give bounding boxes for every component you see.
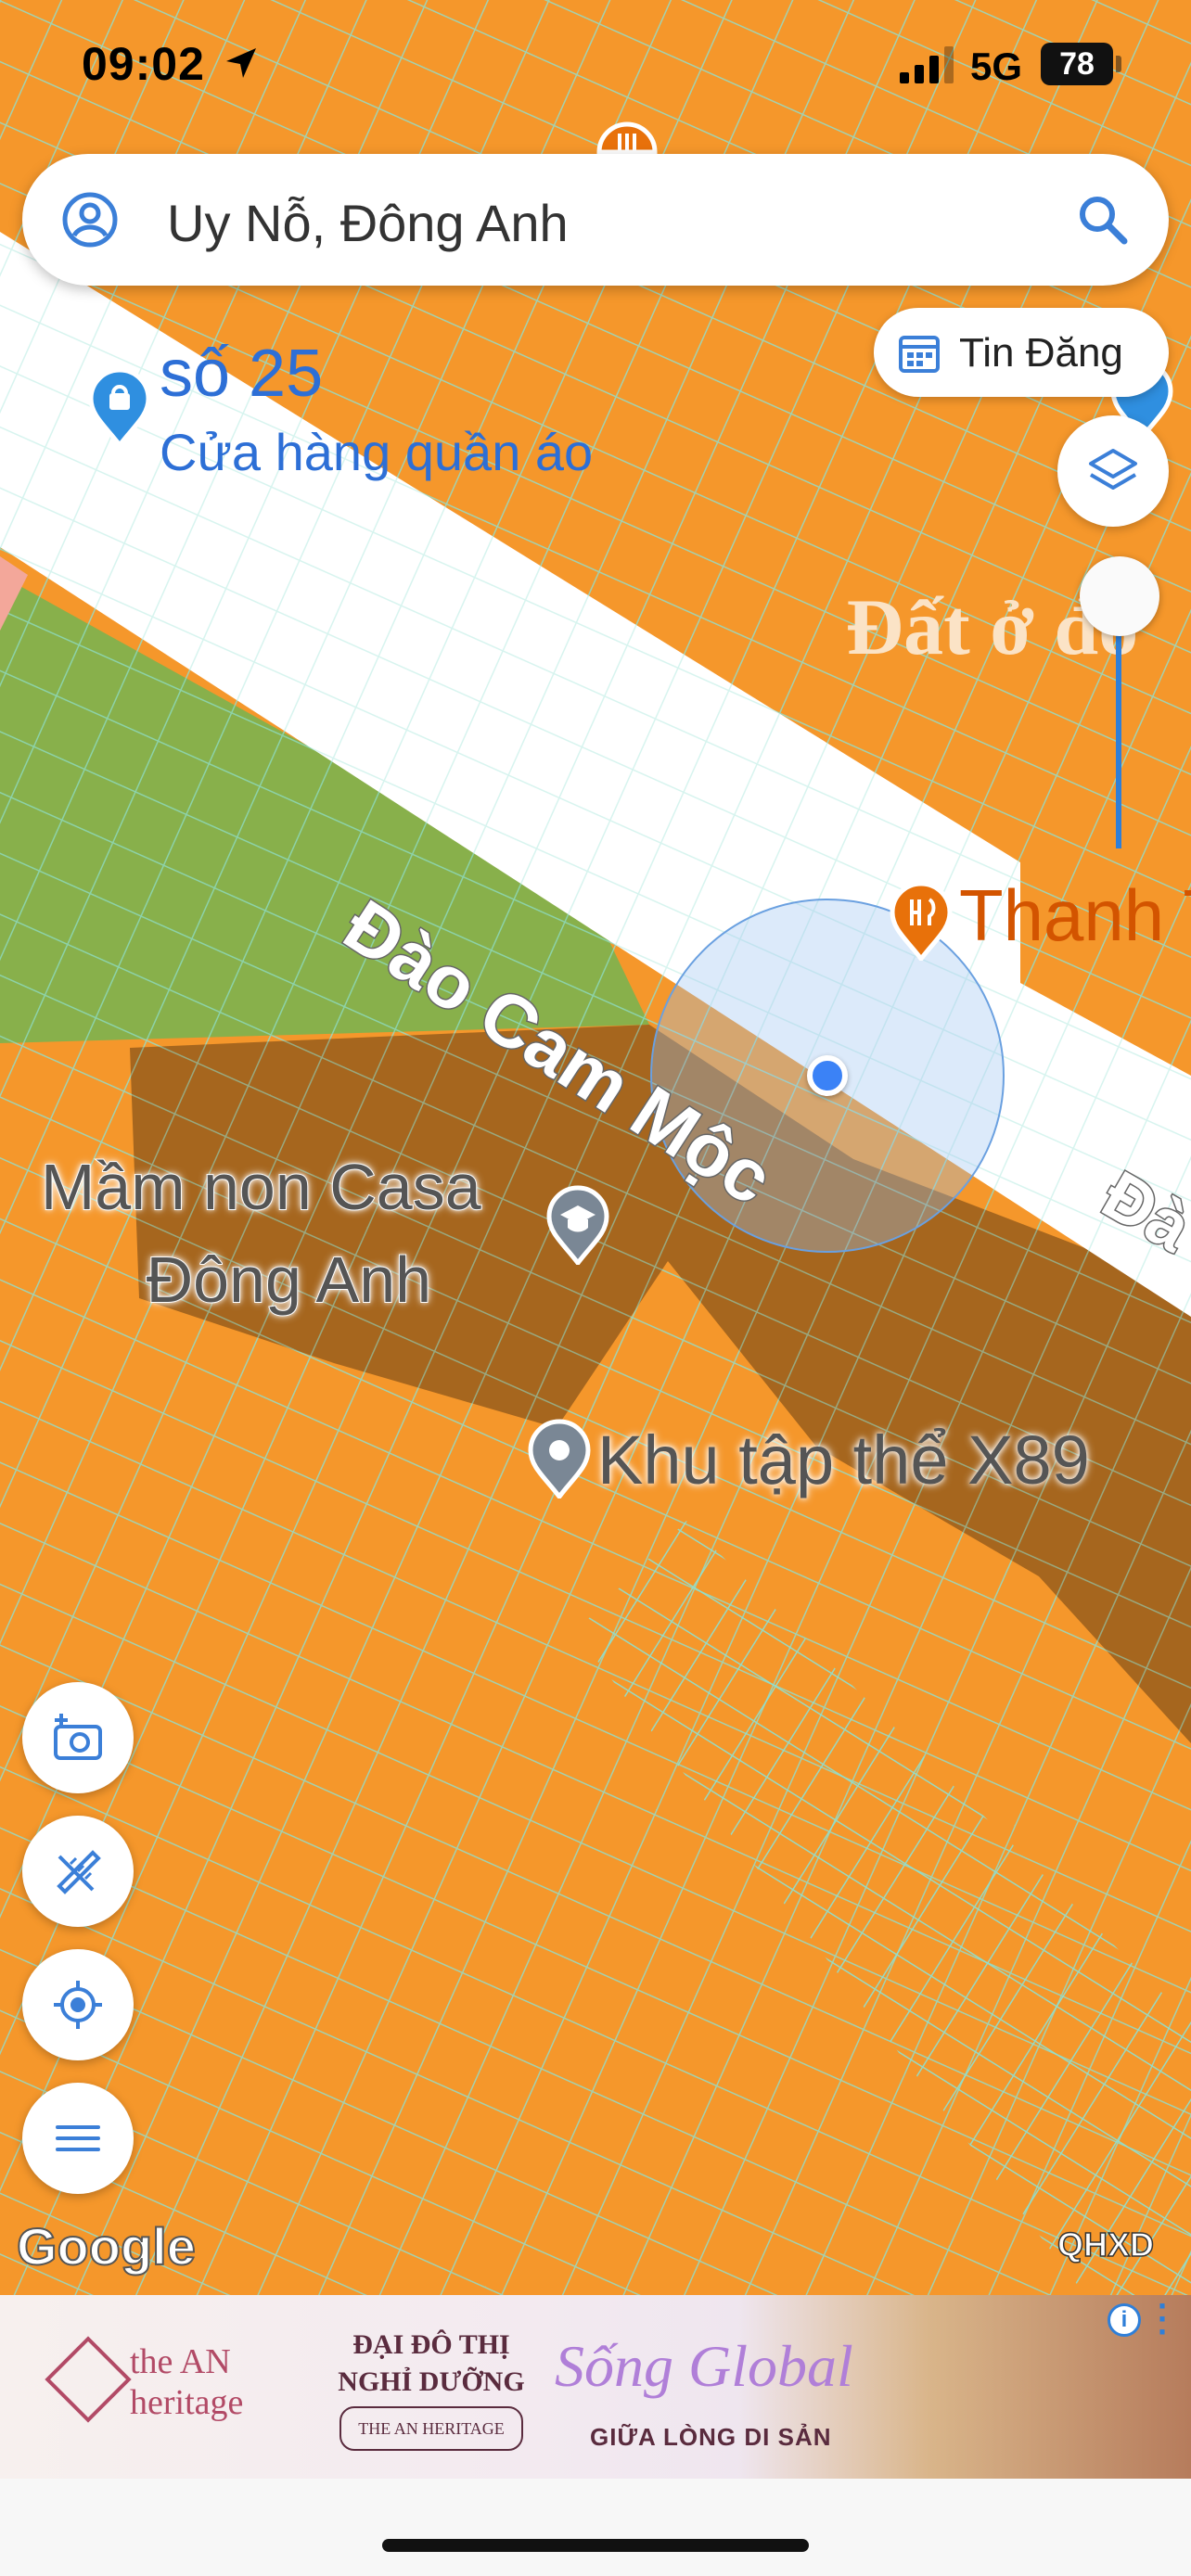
school-label-line1: Mầm non Casa [40,1150,482,1224]
my-location-button[interactable] [22,1949,134,2060]
school-label-line2: Đông Anh [146,1243,432,1317]
status-time: 09:02 [82,38,205,90]
cell-signal-icon [900,46,954,83]
layers-button[interactable] [1057,415,1169,527]
crosshair-icon [54,1981,102,2029]
user-location-dot[interactable] [807,1055,848,1096]
listings-button[interactable]: Tin Đăng [874,308,1169,397]
battery-indicator: 78 [1041,43,1113,85]
hamburger-icon [56,2125,100,2151]
ad-more-icon[interactable]: · · · [1154,2289,1172,2349]
home-indicator[interactable] [382,2539,809,2552]
place-label[interactable]: Khu tập thể X89 [597,1421,1090,1499]
ad-center-text: ĐẠI ĐÔ THỊ NGHỈ DƯỠNG THE AN HERITAGE [315,2327,547,2451]
layer-tag: QHXD [1057,2225,1155,2264]
ad-script-title: Sống Global [555,2333,853,2399]
ruler-pencil-icon [57,1850,101,1894]
measure-button[interactable] [22,1816,134,1927]
search-input[interactable]: Uy Nỗ, Đông Anh [167,193,569,253]
poi-blue-name[interactable]: số 25 [160,336,323,412]
camera-plus-icon [54,1714,102,1760]
listings-label: Tin Đăng [959,330,1123,376]
account-icon[interactable] [59,189,121,250]
network-type: 5G [970,45,1023,88]
ad-brand: the AN heritage [130,2341,243,2423]
ad-center-pill: THE AN HERITAGE [339,2406,523,2451]
google-attribution: Google [16,2216,197,2276]
ad-tagline: GIỮA LÒNG DI SẢN [590,2423,832,2451]
add-photo-button[interactable] [22,1682,134,1793]
shop-marker-icon[interactable] [87,367,152,447]
menu-button[interactable] [22,2083,134,2194]
status-bar: 09:02 5G 78 [0,0,1191,130]
ad-info-icon[interactable]: i [1108,2303,1141,2337]
poi-blue-category: Cửa hàng quần áo [160,423,594,481]
ad-brand-logo-icon [45,2336,132,2423]
battery-tip [1116,56,1121,72]
ad-brand-line1: the AN [130,2342,231,2381]
ad-center-line2: NGHỈ DƯỠNG [338,2366,525,2397]
calendar-icon [899,336,940,373]
poi-restaurant-name[interactable]: Thanh T [959,874,1191,958]
search-bar[interactable]: Uy Nỗ, Đông Anh [22,154,1169,286]
ad-center-line1: ĐẠI ĐÔ THỊ [352,2329,510,2360]
layers-icon [1089,449,1137,490]
school-marker-icon[interactable] [545,1185,610,1265]
opacity-slider-handle[interactable] [1080,556,1159,636]
search-icon[interactable] [1074,191,1132,249]
restaurant-marker-icon[interactable] [889,881,954,961]
ad-banner[interactable]: the AN heritage ĐẠI ĐÔ THỊ NGHỈ DƯỠNG TH… [0,2295,1191,2479]
location-arrow-icon [226,48,256,78]
school-label[interactable]: Mầm non Casa Đông Anh [40,1141,482,1326]
place-marker-icon[interactable] [527,1419,592,1498]
ad-brand-line2: heritage [130,2383,244,2422]
